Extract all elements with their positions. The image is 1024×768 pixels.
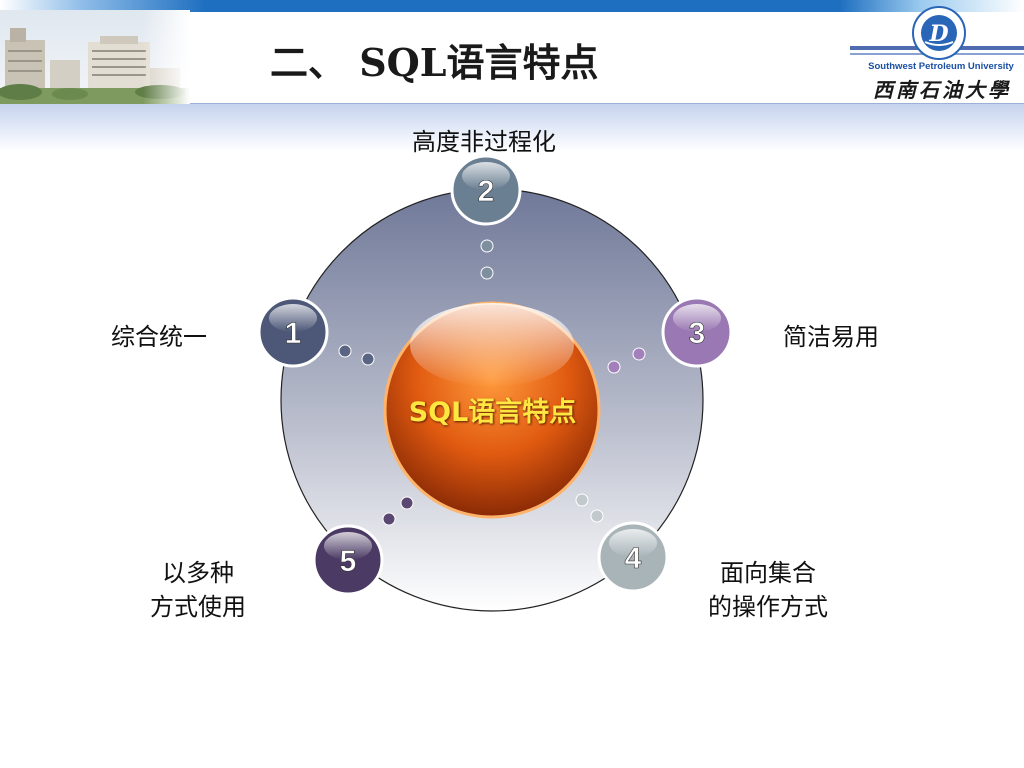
node-label-3: 简洁易用 [772, 320, 890, 354]
node-number-3: 3 [689, 317, 706, 350]
sql-features-diagram: 1 2 3 4 5 [257, 154, 733, 612]
node-label-2: 高度非过程化 [396, 125, 572, 159]
node-label-4-line1: 面向集合 [720, 559, 816, 587]
node-number-4: 4 [625, 542, 642, 575]
node-label-3-line1: 简洁易用 [783, 323, 879, 351]
node-number-1: 1 [285, 317, 302, 350]
node-label-5-line2: 方式使用 [150, 593, 246, 621]
node-label-4: 面向集合 的操作方式 [690, 556, 846, 624]
node-label-2-line1: 高度非过程化 [412, 128, 556, 156]
node-label-4-line2: 的操作方式 [708, 593, 828, 621]
node-number-2: 2 [478, 175, 495, 208]
node-sphere-5: 5 [312, 524, 384, 596]
node-sphere-2: 2 [450, 154, 522, 226]
node-sphere-4: 4 [597, 521, 669, 593]
center-label: SQL语言特点 [408, 397, 577, 428]
node-label-5-line1: 以多种 [162, 559, 234, 587]
node-label-1: 综合统一 [100, 320, 218, 354]
node-sphere-1: 1 [257, 296, 329, 368]
node-number-5: 5 [340, 545, 357, 578]
node-sphere-3: 3 [661, 296, 733, 368]
node-label-1-line1: 综合统一 [111, 323, 207, 351]
node-label-5: 以多种 方式使用 [132, 556, 264, 624]
